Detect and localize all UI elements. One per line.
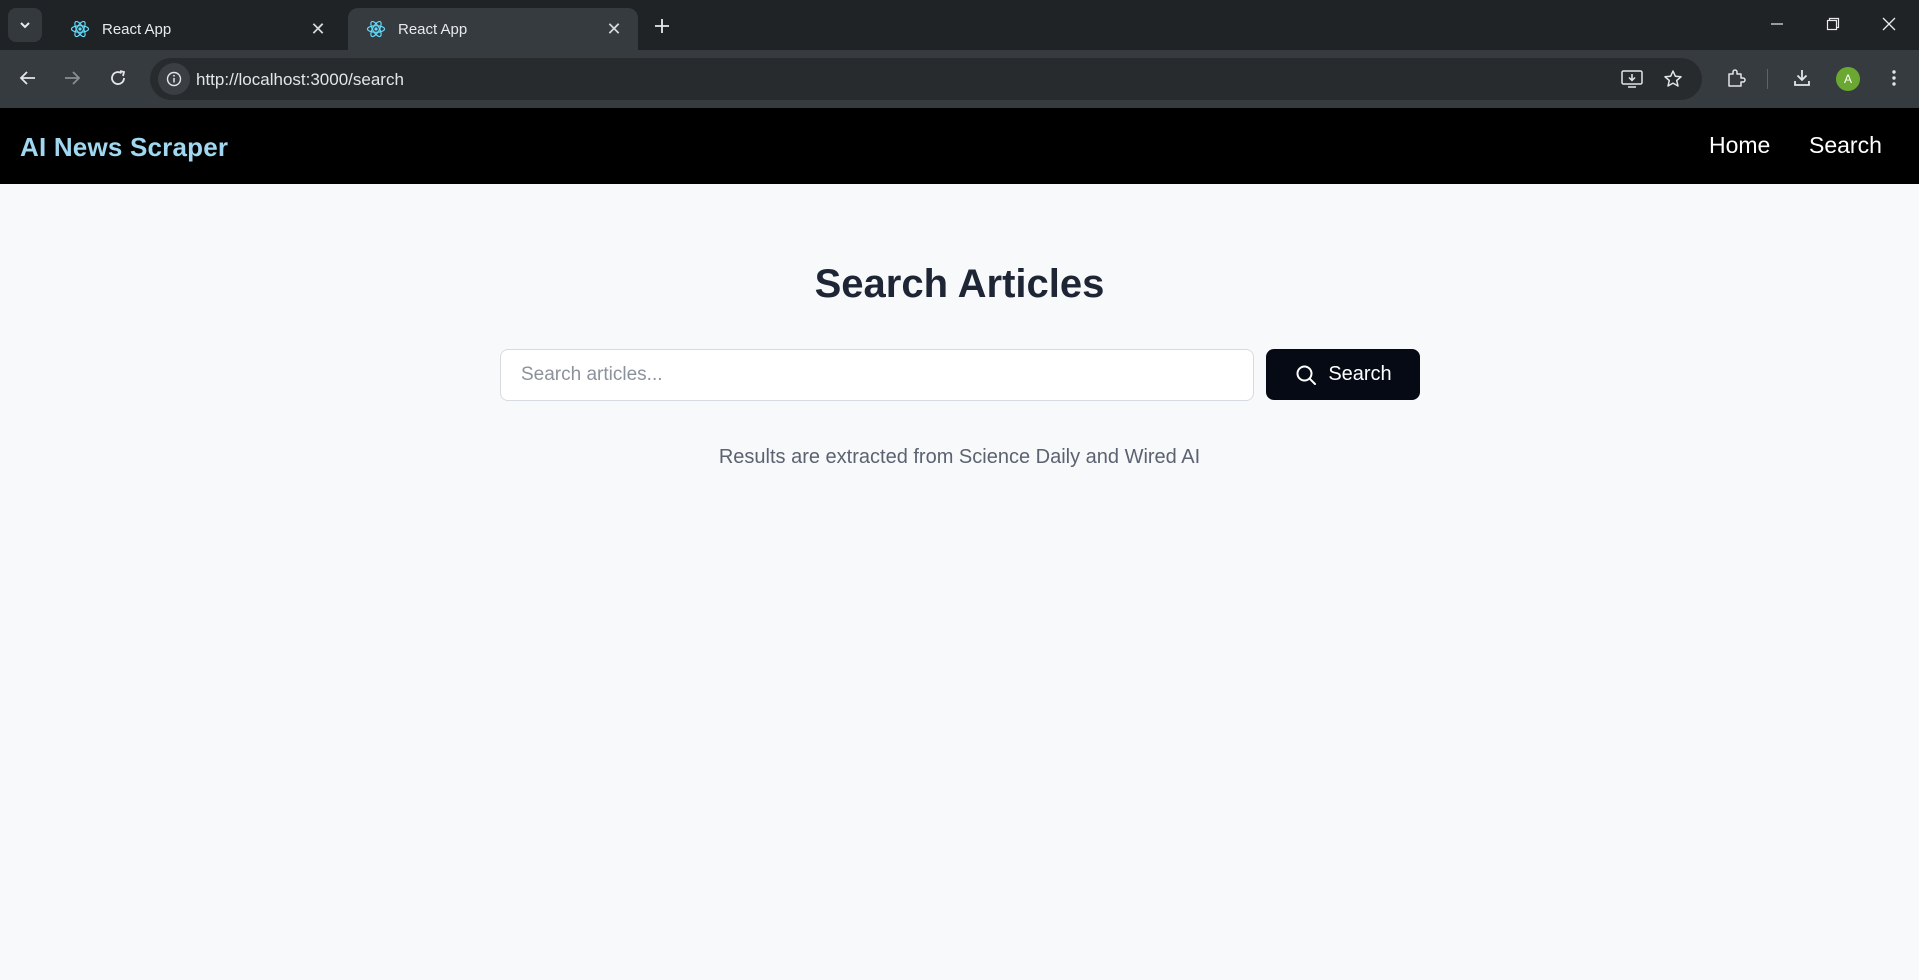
close-tab-icon[interactable]: ✕ [306, 17, 330, 41]
back-button[interactable] [12, 62, 44, 94]
new-tab-button[interactable] [648, 12, 676, 40]
star-icon [1664, 70, 1682, 87]
downloads-button[interactable] [1788, 64, 1816, 92]
close-icon [1882, 17, 1896, 31]
extensions-button[interactable] [1722, 64, 1750, 92]
results-source-note: Results are extracted from Science Daily… [718, 446, 1201, 468]
nav-link-home[interactable]: Home [1709, 132, 1770, 159]
search-icon [1294, 363, 1318, 387]
profile-avatar[interactable]: A [1836, 67, 1860, 91]
plus-icon [655, 19, 669, 33]
close-tab-icon[interactable]: ✕ [602, 17, 626, 41]
reload-button[interactable] [102, 62, 134, 94]
close-window-button[interactable] [1866, 6, 1912, 42]
restore-button[interactable] [1810, 6, 1856, 42]
react-logo-icon [70, 20, 90, 38]
brand-logo-link[interactable]: AI News Scraper [20, 132, 228, 163]
react-logo-icon [366, 20, 386, 38]
install-app-button[interactable] [1620, 67, 1644, 91]
nav-link-search[interactable]: Search [1809, 132, 1882, 159]
browser-toolbar: http://localhost:3000/search A [0, 50, 1919, 108]
arrow-left-icon [19, 71, 35, 85]
search-button[interactable]: Search [1266, 349, 1420, 400]
search-input[interactable] [500, 349, 1254, 401]
chevron-down-icon [20, 22, 30, 29]
page-title: Search Articles [814, 262, 1105, 306]
bookmark-button[interactable] [1661, 67, 1685, 91]
tab-search-dropdown[interactable] [8, 8, 42, 42]
reload-icon [111, 70, 126, 85]
site-info-button[interactable] [158, 63, 190, 95]
restore-icon [1826, 17, 1840, 31]
browser-tab-1[interactable]: React App ✕ [52, 8, 342, 50]
minimize-icon [1771, 23, 1783, 25]
info-icon [166, 71, 182, 87]
url-text: http://localhost:3000/search [196, 70, 404, 89]
install-icon [1621, 70, 1643, 88]
search-button-label: Search [1328, 363, 1392, 385]
browser-tabstrip: React App ✕ React App ✕ [0, 0, 1919, 50]
browser-menu-button[interactable] [1880, 64, 1908, 92]
address-bar[interactable]: http://localhost:3000/search [150, 58, 1702, 100]
download-icon [1794, 70, 1810, 86]
tab-title: React App [398, 20, 468, 38]
arrow-right-icon [65, 71, 81, 85]
more-vertical-icon [1892, 70, 1896, 86]
forward-button[interactable] [56, 62, 88, 94]
app-navbar: AI News Scraper Home Search [0, 108, 1919, 184]
browser-tab-2[interactable]: React App ✕ [348, 8, 638, 50]
minimize-button[interactable] [1754, 6, 1800, 42]
tab-title: React App [102, 20, 172, 38]
puzzle-icon [1728, 69, 1746, 87]
toolbar-divider [1767, 69, 1768, 89]
